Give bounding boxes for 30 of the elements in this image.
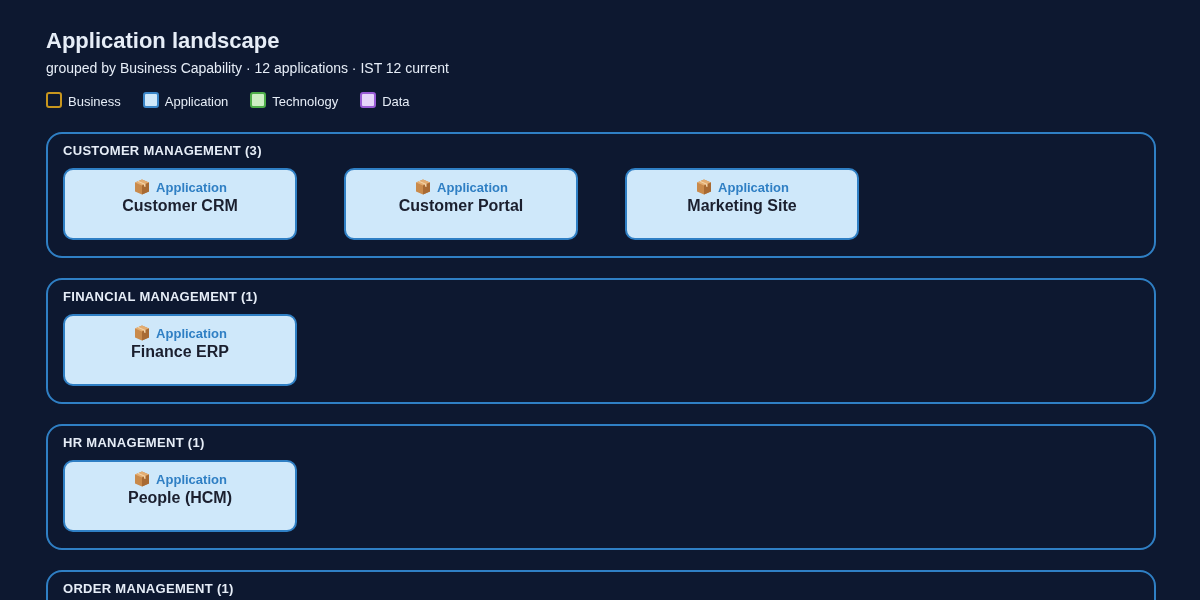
box-icon <box>695 178 714 196</box>
application-card[interactable]: Application Finance ERP <box>63 314 297 386</box>
card-type-label: Application <box>718 179 789 195</box>
card-type-label: Application <box>156 179 227 195</box>
card-name: Customer CRM <box>122 197 238 215</box>
card-type-label: Application <box>437 179 508 195</box>
box-icon <box>133 178 152 196</box>
group-title: CUSTOMER MANAGEMENT (3) <box>63 142 263 160</box>
application-card[interactable]: Application People (HCM) <box>63 460 297 532</box>
legend-label: Data <box>382 94 410 109</box>
application-card[interactable]: Application Marketing Site <box>625 168 859 240</box>
card-name: People (HCM) <box>128 489 232 507</box>
group-title: HR MANAGEMENT (1) <box>63 434 206 452</box>
application-card[interactable]: Application Customer CRM <box>63 168 297 240</box>
group-title: FINANCIAL MANAGEMENT (1) <box>63 288 259 306</box>
application-card[interactable]: Application Customer Portal <box>344 168 578 240</box>
page-subtitle: grouped by Business Capability · 12 applications · IST 12 current <box>46 59 450 77</box>
card-type-label: Application <box>156 325 227 341</box>
card-type-label: Application <box>156 471 227 487</box>
card-name: Marketing Site <box>687 197 797 215</box>
legend-label: Business <box>68 94 121 109</box>
box-icon <box>414 178 433 196</box>
legend-label: Technology <box>272 94 339 109</box>
box-icon <box>133 470 152 488</box>
card-name: Finance ERP <box>131 343 229 361</box>
page-title: Application landscape <box>46 28 281 54</box>
box-icon <box>133 324 152 342</box>
card-name: Customer Portal <box>398 197 524 215</box>
legend-label: Application <box>164 94 229 109</box>
group-title: ORDER MANAGEMENT (1) <box>63 580 235 598</box>
